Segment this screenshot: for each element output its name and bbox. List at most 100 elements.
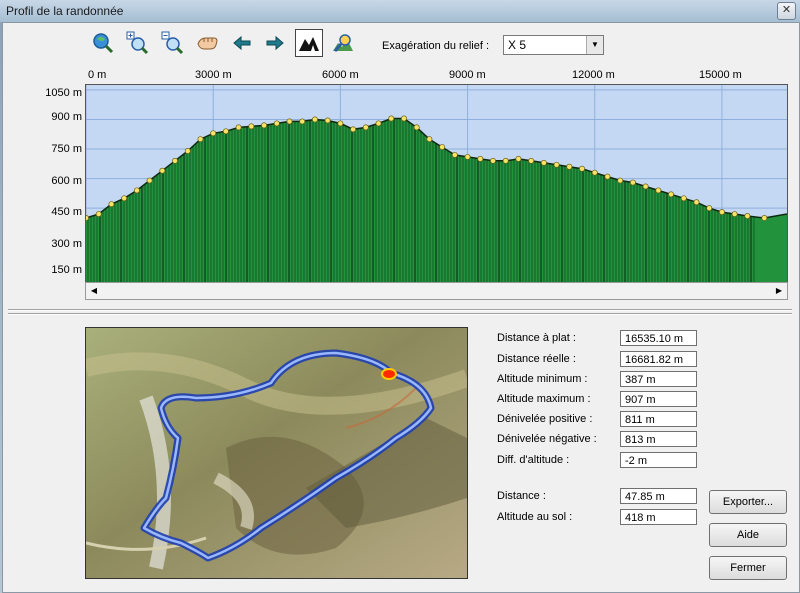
elevation-point [248, 123, 255, 130]
stat-label: Dénivelée positive : [497, 413, 593, 425]
elevation-point [261, 122, 268, 129]
export-button[interactable]: Exporter... [709, 490, 787, 514]
elevation-point [210, 130, 217, 137]
elevation-point [388, 115, 395, 122]
scroll-left-icon[interactable]: ◀ [86, 283, 102, 299]
elevation-point [146, 177, 153, 184]
cursor-distance-value: 47.85 m [620, 488, 697, 504]
stat-label: Altitude minimum : [497, 373, 588, 385]
elevation-profile-svg [86, 85, 787, 282]
cursor-altitude-label: Altitude au sol : [497, 511, 573, 523]
stat-value: 387 m [620, 371, 697, 387]
exaggeration-value: X 5 [508, 38, 527, 52]
profile-zoom-icon[interactable] [330, 30, 356, 56]
elevation-point [464, 153, 471, 160]
zoom-all-icon[interactable] [90, 30, 116, 56]
stat-label: Distance réelle : [497, 353, 576, 365]
exaggeration-select[interactable]: X 5 ▼ [503, 35, 604, 55]
elevation-point [159, 167, 166, 174]
exaggeration-label: Exagération du relief : [382, 40, 490, 52]
elevation-point [350, 126, 357, 133]
elevation-point [184, 148, 191, 154]
elevation-point [566, 163, 573, 170]
elevation-point [362, 124, 369, 131]
y-tick-label: 600 m [51, 175, 82, 187]
cursor-altitude-value: 418 m [620, 509, 697, 525]
x-tick-label: 6000 m [322, 69, 359, 81]
elevation-point [286, 118, 293, 125]
elevation-point [617, 177, 624, 184]
elevation-point [86, 215, 89, 221]
elevation-point [235, 124, 242, 131]
y-tick-label: 150 m [51, 264, 82, 276]
elevation-point [273, 120, 280, 127]
elevation-point [222, 128, 229, 135]
divider [8, 313, 792, 315]
zoom-in-icon[interactable] [124, 30, 150, 56]
stat-label: Dénivelée négative : [497, 433, 597, 445]
window-close-button[interactable]: ✕ [777, 2, 796, 20]
elevation-point [490, 157, 496, 164]
zoom-out-icon[interactable] [159, 30, 185, 56]
y-tick-label: 750 m [51, 143, 82, 155]
stat-value: 907 m [620, 391, 697, 407]
elevation-point [629, 179, 636, 186]
x-tick-label: 0 m [88, 69, 107, 81]
elevation-profile-chart[interactable] [85, 84, 788, 283]
elevation-point [502, 157, 509, 164]
elevation-point [761, 215, 768, 221]
elevation-point [197, 136, 204, 143]
y-tick-label: 450 m [51, 206, 82, 218]
forward-arrow-icon[interactable] [262, 30, 288, 56]
stat-value: 813 m [620, 431, 697, 447]
elevation-point [413, 124, 420, 131]
elevation-point [718, 209, 725, 216]
elevation-point [311, 116, 318, 123]
stat-label: Distance à plat : [497, 332, 576, 344]
elevation-point [426, 136, 433, 143]
y-tick-label: 300 m [51, 238, 82, 250]
stat-label: Diff. d'altitude : [497, 454, 570, 466]
stat-value: 16681.82 m [620, 351, 697, 367]
scroll-right-icon[interactable]: ▶ [771, 283, 787, 299]
help-button[interactable]: Aide [709, 523, 787, 547]
elevation-point [477, 155, 484, 162]
elevation-point [642, 183, 649, 190]
window-title: Profil de la randonnée [6, 4, 124, 18]
route-map[interactable] [85, 327, 468, 579]
elevation-point [731, 211, 738, 217]
terrain-view-icon[interactable] [295, 29, 323, 57]
elevation-point [121, 195, 128, 202]
y-tick-label: 900 m [51, 111, 82, 123]
cursor-distance-label: Distance : [497, 490, 546, 502]
elevation-point [375, 120, 382, 127]
close-button[interactable]: Fermer [709, 556, 787, 580]
elevation-point [553, 161, 560, 168]
stat-value: -2 m [620, 452, 697, 468]
elevation-point [744, 213, 751, 219]
elevation-point [451, 151, 458, 158]
pan-hand-icon[interactable] [194, 30, 220, 56]
cursor-marker [381, 368, 397, 380]
x-tick-label: 9000 m [449, 69, 486, 81]
back-arrow-icon[interactable] [229, 30, 255, 56]
elevation-point [299, 118, 306, 125]
elevation-point [604, 173, 611, 180]
x-tick-label: 3000 m [195, 69, 232, 81]
stat-value: 16535.10 m [620, 330, 697, 346]
elevation-point [655, 187, 662, 194]
chevron-down-icon[interactable]: ▼ [586, 36, 603, 54]
elevation-point [172, 157, 178, 164]
profile-horizontal-scrollbar[interactable]: ◀ ▶ [85, 282, 788, 300]
elevation-point [528, 157, 535, 164]
elevation-point [95, 211, 102, 217]
stat-value: 811 m [620, 411, 697, 427]
elevation-point [324, 117, 331, 124]
elevation-point [668, 191, 674, 198]
route-map-svg [86, 328, 467, 578]
elevation-point [540, 159, 547, 166]
divider [8, 309, 792, 311]
elevation-point [706, 205, 713, 212]
hike-profile-window: Profil de la randonnée ✕ Exagération du … [0, 0, 800, 593]
elevation-point [337, 120, 344, 127]
